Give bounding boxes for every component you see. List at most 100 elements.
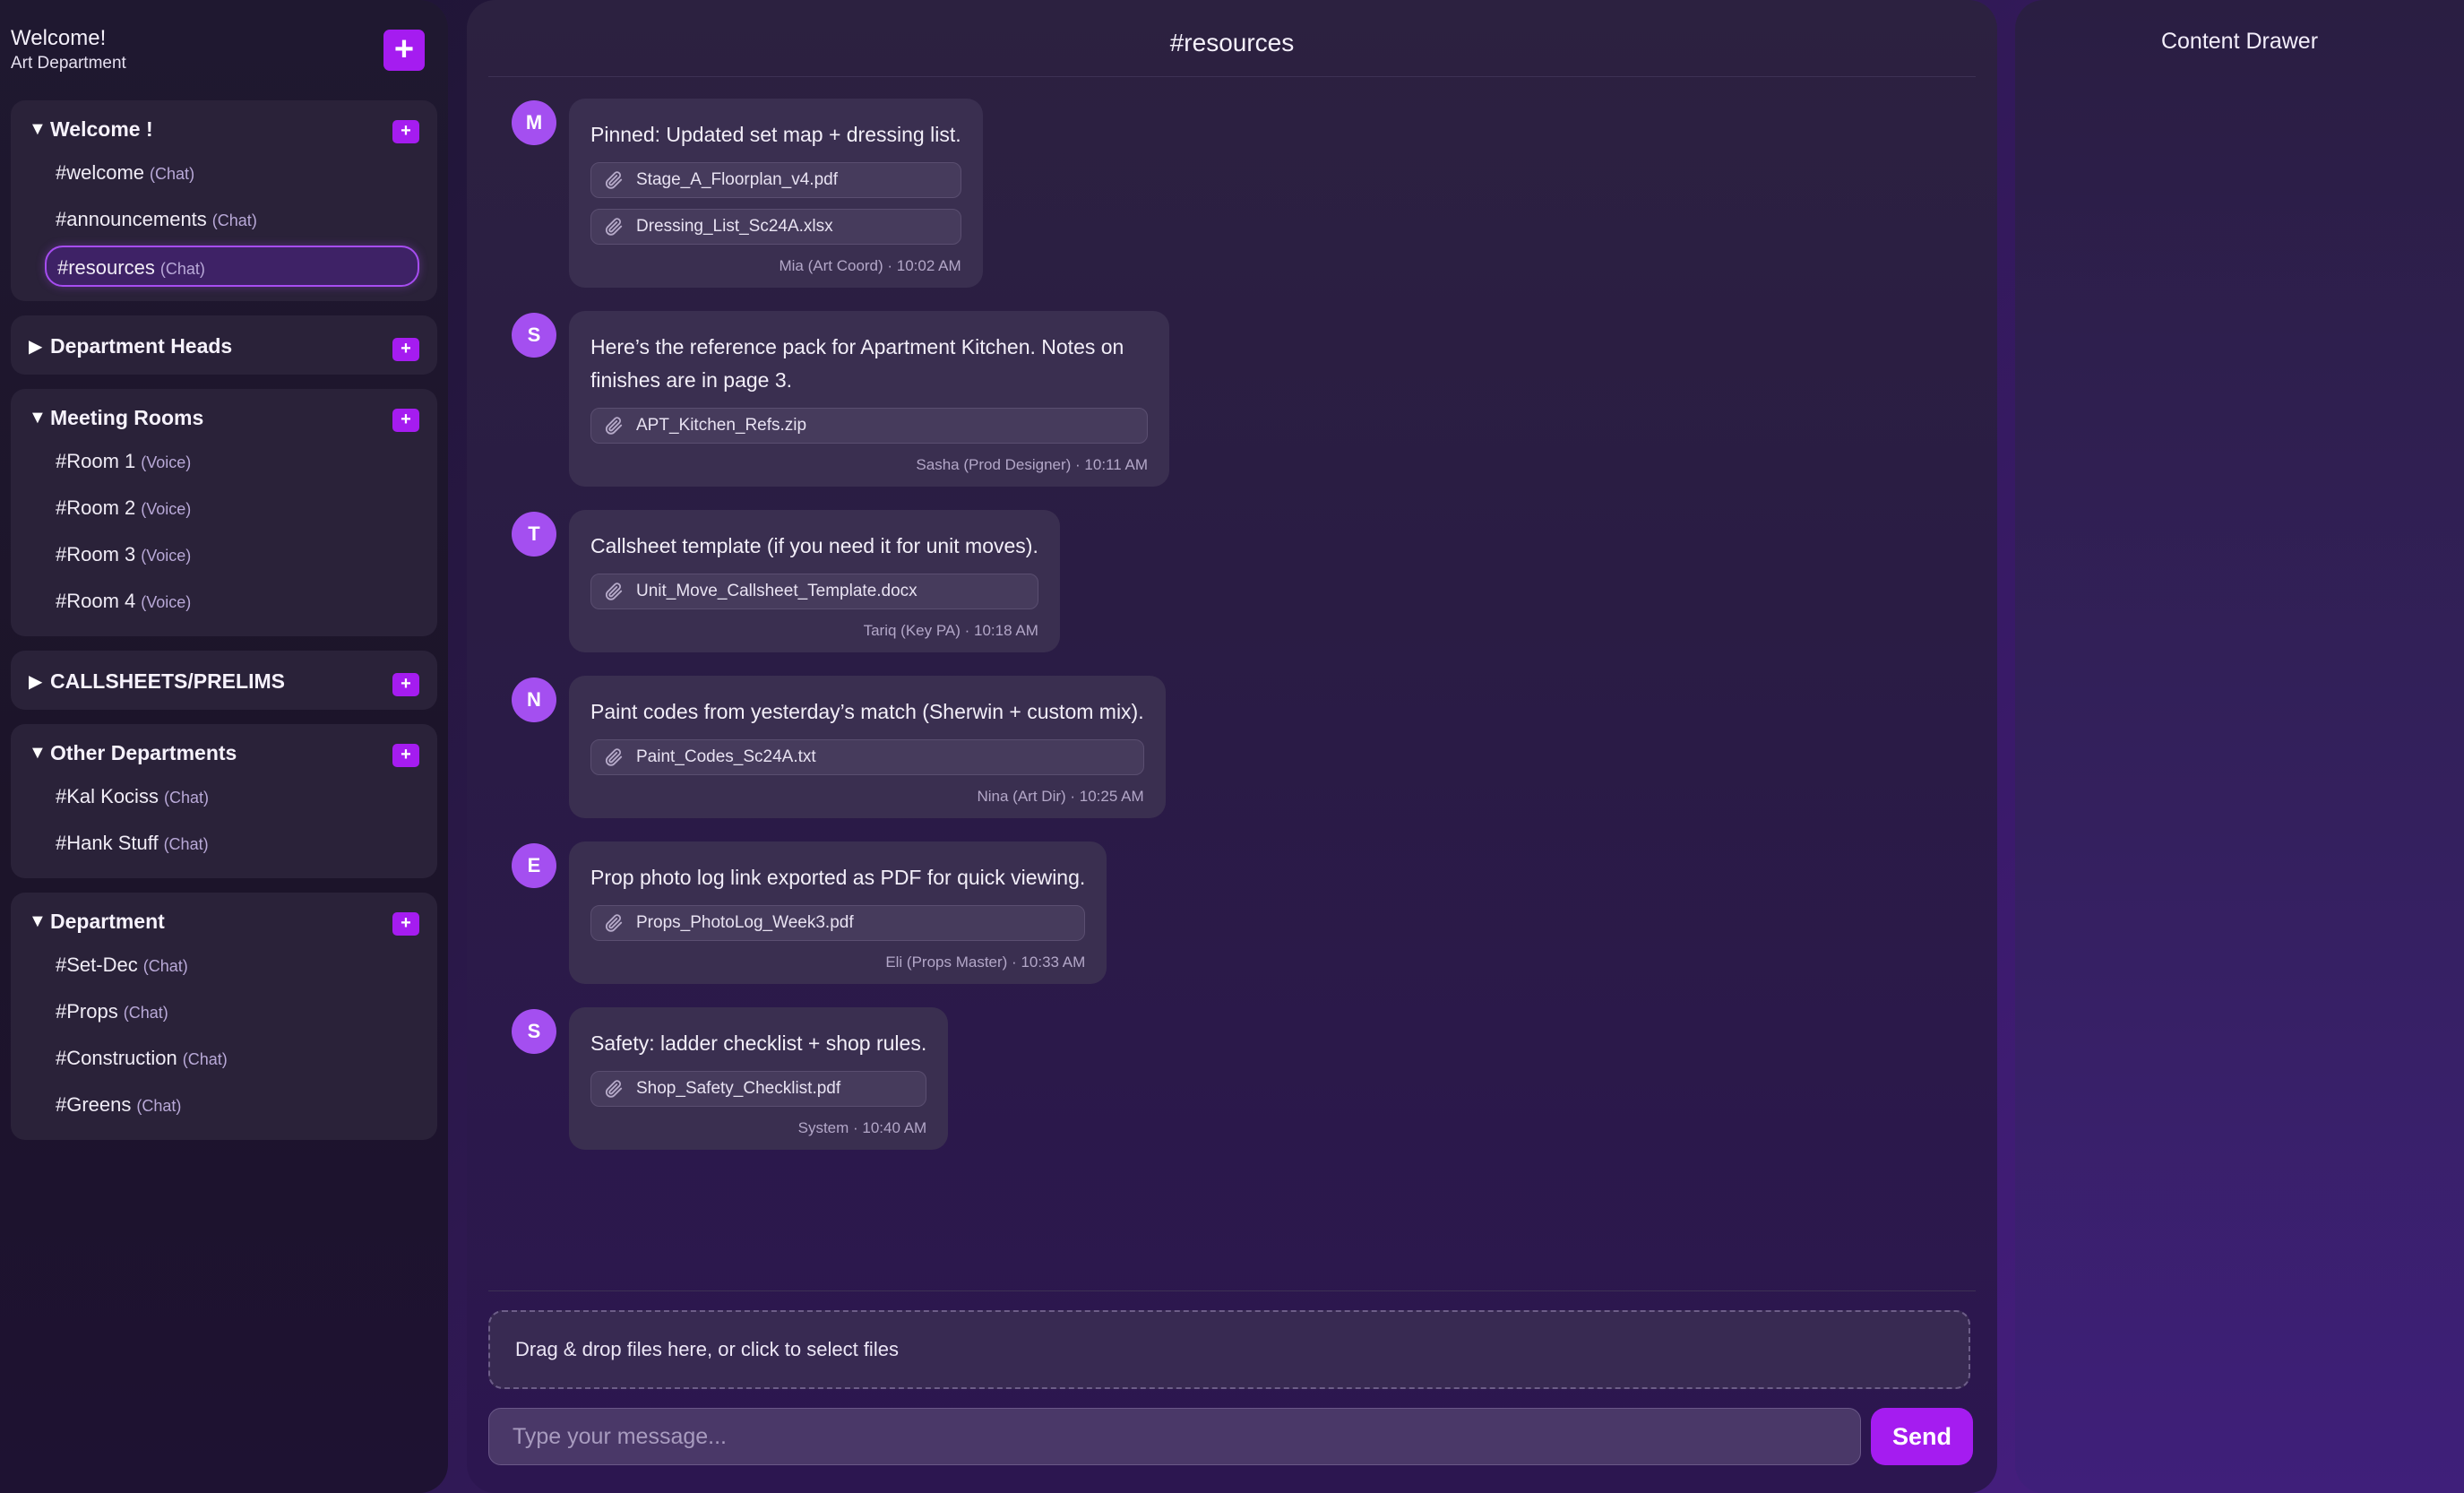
caret-down-icon[interactable]: ▼ bbox=[29, 408, 50, 428]
attachment-chip[interactable]: Paint_Codes_Sc24A.txt bbox=[590, 739, 1144, 775]
group-header[interactable]: ▼ Meeting Rooms bbox=[11, 400, 437, 436]
channel-item[interactable]: #resources (Chat) bbox=[45, 246, 419, 287]
channel-group: ▼ Meeting Rooms + #Room 1 (Voice) #Room 2 (Voi… bbox=[11, 389, 437, 636]
channel-name: #Construction bbox=[56, 1047, 177, 1069]
channel-kind: (Voice) bbox=[141, 500, 192, 518]
avatar[interactable]: S bbox=[512, 313, 556, 358]
caret-down-icon[interactable]: ▼ bbox=[29, 911, 50, 932]
channel-name: #Room 1 bbox=[56, 450, 136, 472]
channel-item[interactable]: #welcome (Chat) bbox=[45, 152, 419, 194]
group-title: Department Heads bbox=[50, 333, 233, 358]
channel-kind: (Chat) bbox=[123, 1004, 168, 1022]
avatar[interactable]: E bbox=[512, 843, 556, 888]
channel-groups: ▼ Welcome ! + #welcome (Chat) #announcements(… bbox=[11, 100, 437, 1140]
avatar[interactable]: N bbox=[512, 677, 556, 722]
attachment-filename: Dressing_List_Sc24A.xlsx bbox=[636, 217, 833, 236]
channel-name: #Set-Dec bbox=[56, 954, 138, 976]
attachment-chip[interactable]: Props_PhotoLog_Week3.pdf bbox=[590, 905, 1086, 941]
message-meta: Eli (Props Master) · 10:33 AM bbox=[885, 954, 1086, 971]
caret-right-icon[interactable]: ▶ bbox=[29, 670, 50, 693]
message: M Pinned: Updated set map + dressing list… bbox=[512, 99, 1976, 288]
message-meta: Sasha (Prod Designer) · 10:11 AM bbox=[916, 456, 1148, 473]
channel-item[interactable]: #Hank Stuff (Chat) bbox=[45, 823, 419, 864]
channel-kind: (Voice) bbox=[141, 547, 192, 565]
channel-item[interactable]: #Kal Kociss (Chat) bbox=[45, 776, 419, 817]
group-header[interactable]: ▶ Department Heads bbox=[11, 328, 437, 364]
message-bubble: Prop photo log link exported as PDF for … bbox=[569, 841, 1107, 984]
channel-name: #Room 3 bbox=[56, 543, 136, 565]
add-channel-button[interactable]: + bbox=[392, 409, 419, 432]
channel-kind: (Chat) bbox=[136, 1097, 182, 1115]
group-header[interactable]: ▼ Welcome ! bbox=[11, 111, 437, 147]
channel-item[interactable]: #Greens (Chat) bbox=[45, 1084, 419, 1126]
channel-item[interactable]: #Props (Chat) bbox=[45, 991, 419, 1032]
channel-item[interactable]: #Construction (Chat) bbox=[45, 1038, 419, 1079]
channel-item[interactable]: #Room 2 (Voice) bbox=[45, 488, 419, 529]
channel-name: #Greens bbox=[56, 1093, 132, 1116]
attachment-chip[interactable]: Shop_Safety_Checklist.pdf bbox=[590, 1071, 927, 1107]
add-channel-button[interactable]: + bbox=[392, 120, 419, 143]
channel-item[interactable]: #Room 4 (Voice) bbox=[45, 581, 419, 622]
group-header[interactable]: ▼ Department bbox=[11, 903, 437, 939]
message-text: Here’s the reference pack for Apartment … bbox=[590, 335, 1124, 392]
channel-name: #Kal Kociss bbox=[56, 785, 159, 807]
message: T Callsheet template (if you need it for … bbox=[512, 510, 1976, 652]
message-text: Pinned: Updated set map + dressing list. bbox=[590, 123, 961, 146]
caret-down-icon[interactable]: ▼ bbox=[29, 743, 50, 764]
attachment-chip[interactable]: Stage_A_Floorplan_v4.pdf bbox=[590, 162, 961, 198]
add-channel-button[interactable]: + bbox=[392, 673, 419, 696]
avatar[interactable]: M bbox=[512, 100, 556, 145]
message-text: Prop photo log link exported as PDF for … bbox=[590, 866, 1086, 889]
channel-kind: (Chat) bbox=[159, 260, 205, 278]
channel-name: #Hank Stuff bbox=[56, 832, 159, 854]
channel-item[interactable]: #Room 3 (Voice) bbox=[45, 534, 419, 575]
channel-name: #announcements bbox=[56, 208, 207, 230]
channel-item[interactable]: #announcements (Chat) bbox=[45, 199, 419, 240]
message-text: Callsheet template (if you need it for u… bbox=[590, 534, 1038, 557]
message-list[interactable]: M Pinned: Updated set map + dressing list… bbox=[512, 99, 1976, 1173]
add-channel-button[interactable]: + bbox=[392, 912, 419, 936]
paperclip-icon bbox=[604, 747, 624, 767]
send-button[interactable]: Send bbox=[1871, 1408, 1973, 1465]
group-header[interactable]: ▶ CALLSHEETS/PRELIMS bbox=[11, 663, 437, 699]
attachment-filename: Unit_Move_Callsheet_Template.docx bbox=[636, 582, 918, 600]
channel-group: ▶ Department Heads + bbox=[11, 315, 437, 375]
channel-name: #Room 2 bbox=[56, 496, 136, 519]
message-bubble: Pinned: Updated set map + dressing list.… bbox=[569, 99, 983, 288]
message-bubble: Here’s the reference pack for Apartment … bbox=[569, 311, 1169, 487]
channel-kind: (Chat) bbox=[163, 835, 209, 853]
channel-group: ▼ Department + #Set-Dec (Chat) #Props (Chat) #C… bbox=[11, 893, 437, 1140]
message-input[interactable] bbox=[488, 1408, 1861, 1465]
message: E Prop photo log link exported as PDF for… bbox=[512, 841, 1976, 984]
add-channel-button[interactable]: + bbox=[392, 338, 419, 361]
add-channel-button[interactable]: + bbox=[392, 744, 419, 767]
content-drawer: Content Drawer bbox=[2015, 0, 2464, 1493]
group-title: Other Departments bbox=[50, 740, 237, 764]
paperclip-icon bbox=[604, 913, 624, 933]
attachment-chip[interactable]: Unit_Move_Callsheet_Template.docx bbox=[590, 574, 1038, 609]
channel-kind: (Chat) bbox=[211, 211, 257, 229]
attachment-chip[interactable]: APT_Kitchen_Refs.zip bbox=[590, 408, 1148, 444]
message-bubble: Paint codes from yesterday’s match (Sher… bbox=[569, 676, 1166, 818]
paperclip-icon bbox=[604, 582, 624, 601]
group-header[interactable]: ▼ Other Departments bbox=[11, 735, 437, 771]
message: S Here’s the reference pack for Apartment… bbox=[512, 311, 1976, 487]
caret-down-icon[interactable]: ▼ bbox=[29, 119, 50, 140]
message: S Safety: ladder checklist + shop rules. S… bbox=[512, 1007, 1976, 1150]
channel-group: ▶ CALLSHEETS/PRELIMS + bbox=[11, 651, 437, 710]
add-group-button[interactable]: + bbox=[383, 30, 425, 71]
group-title: Department bbox=[50, 909, 165, 933]
caret-right-icon[interactable]: ▶ bbox=[29, 335, 50, 358]
message-meta: Tariq (Key PA) · 10:18 AM bbox=[863, 622, 1038, 639]
file-dropzone[interactable]: Drag & drop files here, or click to sele… bbox=[488, 1310, 1970, 1389]
message-text: Paint codes from yesterday’s match (Sher… bbox=[590, 700, 1144, 723]
group-title: CALLSHEETS/PRELIMS bbox=[50, 669, 285, 693]
attachment-chip[interactable]: Dressing_List_Sc24A.xlsx bbox=[590, 209, 961, 245]
avatar[interactable]: S bbox=[512, 1009, 556, 1054]
message-bubble: Callsheet template (if you need it for u… bbox=[569, 510, 1060, 652]
paperclip-icon bbox=[604, 416, 624, 436]
channel-item[interactable]: #Room 1 (Voice) bbox=[45, 441, 419, 482]
message-text: Safety: ladder checklist + shop rules. bbox=[590, 1031, 927, 1055]
avatar[interactable]: T bbox=[512, 512, 556, 557]
channel-item[interactable]: #Set-Dec (Chat) bbox=[45, 945, 419, 986]
